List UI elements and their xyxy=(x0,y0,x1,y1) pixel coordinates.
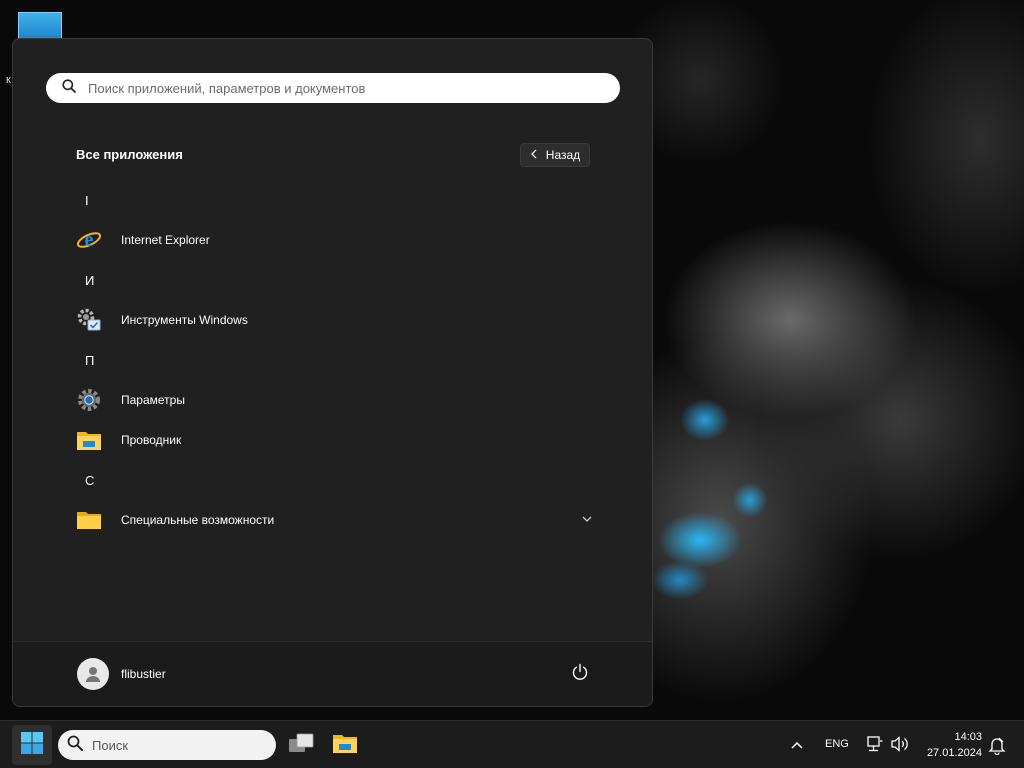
show-hidden-icons-chevron-up-icon[interactable] xyxy=(790,737,804,755)
notification-bell-icon[interactable] xyxy=(988,735,1006,760)
app-label: Проводник xyxy=(121,433,182,447)
folder-icon xyxy=(76,507,102,533)
search-icon xyxy=(67,735,83,756)
app-internet-explorer[interactable]: e Internet Explorer xyxy=(13,220,652,260)
clock-date: 27.01.2024 xyxy=(926,747,982,759)
app-settings[interactable]: Параметры xyxy=(13,380,652,420)
chevron-left-icon xyxy=(530,148,538,162)
user-account-button[interactable]: flibustier xyxy=(77,658,166,690)
app-folder-accessibility[interactable]: Специальные возможности xyxy=(13,500,652,540)
search-icon xyxy=(62,78,76,98)
windows-logo-icon xyxy=(20,731,44,760)
start-menu-footer: flibustier xyxy=(13,641,652,706)
letter-header-i[interactable]: I xyxy=(13,180,652,220)
taskbar-clock[interactable]: 14:03 27.01.2024 xyxy=(916,729,982,761)
power-icon xyxy=(571,663,589,686)
volume-icon[interactable] xyxy=(890,735,910,758)
app-file-explorer[interactable]: Проводник xyxy=(13,420,652,460)
all-apps-list: I e Internet Explorer И Инструменты Wind… xyxy=(13,180,652,540)
task-view-icon xyxy=(287,731,315,760)
internet-explorer-icon: e xyxy=(76,227,102,253)
letter-header-p[interactable]: П xyxy=(13,340,652,380)
app-label: Internet Explorer xyxy=(121,233,210,247)
file-explorer-icon xyxy=(332,731,358,760)
all-apps-title: Все приложения xyxy=(76,147,183,162)
app-label: Инструменты Windows xyxy=(121,313,248,327)
desktop-shortcut-icon[interactable] xyxy=(18,12,62,40)
app-label: Параметры xyxy=(121,393,185,407)
taskbar-search-label: Поиск xyxy=(92,737,129,753)
network-icon[interactable] xyxy=(866,735,884,758)
file-explorer-icon xyxy=(76,427,102,453)
letter-header-s[interactable]: С xyxy=(13,460,652,500)
start-search-box[interactable] xyxy=(46,73,620,103)
taskbar-search[interactable]: Поиск xyxy=(58,730,276,760)
chevron-down-icon[interactable] xyxy=(582,512,592,526)
start-button[interactable] xyxy=(12,725,52,765)
start-search-input[interactable] xyxy=(86,79,590,97)
settings-gear-icon xyxy=(76,387,102,413)
desktop: к Все приложения Назад I e xyxy=(0,0,1024,768)
letter-header-i-cyrillic[interactable]: И xyxy=(13,260,652,300)
clock-time: 14:03 xyxy=(954,731,982,743)
power-button[interactable] xyxy=(568,662,592,686)
back-button-label: Назад xyxy=(545,148,581,162)
start-menu: Все приложения Назад I e Internet Explor… xyxy=(12,38,653,707)
windows-tools-icon xyxy=(76,307,102,333)
back-button[interactable]: Назад xyxy=(520,143,590,167)
desktop-shortcut-label: к xyxy=(6,74,11,86)
input-language-indicator[interactable]: ENG xyxy=(825,738,849,750)
user-name: flibustier xyxy=(121,667,166,681)
taskbar-file-explorer[interactable] xyxy=(329,729,361,761)
taskbar: Поиск ENG 14:03 27.01.2024 xyxy=(0,720,1024,768)
app-windows-tools[interactable]: Инструменты Windows xyxy=(13,300,652,340)
user-avatar-icon xyxy=(77,658,109,690)
task-view-button[interactable] xyxy=(285,729,317,761)
app-label: Специальные возможности xyxy=(121,513,275,527)
svg-text:e: e xyxy=(85,229,94,251)
